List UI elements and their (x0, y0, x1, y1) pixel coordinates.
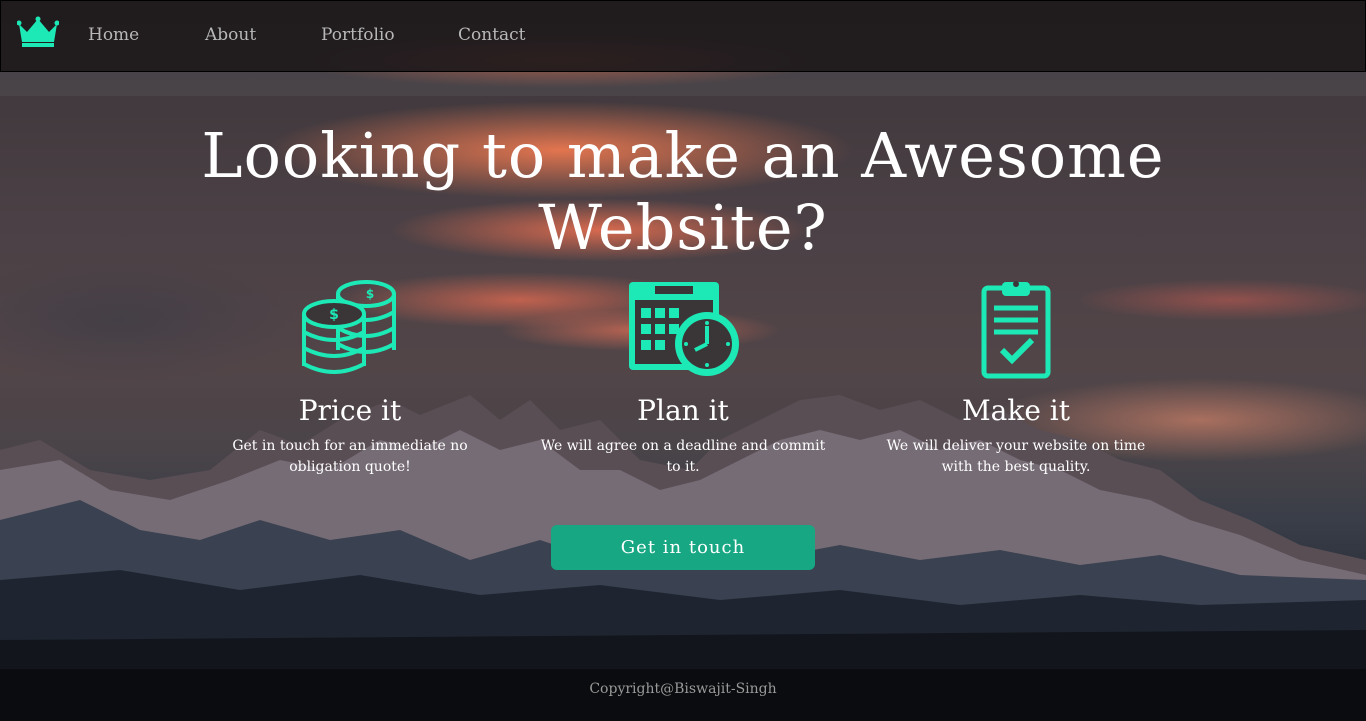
coins-icon: $ $ (302, 280, 396, 374)
nav-link-home[interactable]: Home (88, 25, 139, 45)
nav-link-contact[interactable]: Contact (458, 25, 526, 45)
feature-title: Price it (298, 394, 402, 427)
nav-link-about[interactable]: About (205, 25, 256, 45)
feature-description: Get in touch for an immediate no obligat… (200, 436, 500, 478)
hero-title-line2: Website? (538, 191, 828, 264)
feature-desc-line2: to it. (666, 459, 700, 475)
hero-title-line1: Looking to make an Awesome (201, 119, 1165, 192)
feature-plan: Plan it We will agree on a deadline and … (523, 278, 843, 478)
feature-title: Plan it (637, 394, 729, 427)
feature-price: $ $ Price it Get in touch for an immedia… (200, 278, 500, 478)
feature-desc-line1: We will agree on a deadline and commit (540, 438, 826, 454)
svg-text:$: $ (366, 287, 374, 301)
feature-make: Make it We will deliver your website on … (866, 278, 1166, 478)
get-in-touch-button[interactable]: Get in touch (551, 525, 815, 570)
feature-description: We will agree on a deadline and commit t… (523, 436, 843, 478)
top-navbar: Home About Portfolio Contact (0, 0, 1366, 72)
feature-desc-line2: obligation quote! (289, 459, 411, 475)
clipboard-check-icon (981, 281, 1051, 379)
feature-description: We will deliver your website on time wit… (866, 436, 1166, 478)
nav-link-portfolio[interactable]: Portfolio (321, 25, 395, 45)
feature-title: Make it (961, 394, 1070, 427)
feature-desc-line2: with the best quality. (941, 459, 1091, 475)
crown-icon[interactable] (17, 16, 59, 48)
feature-desc-line1: We will deliver your website on time (886, 438, 1146, 454)
hero-title: Looking to make an Awesome Website? (133, 120, 1233, 264)
svg-text:$: $ (329, 307, 339, 323)
feature-desc-line1: Get in touch for an immediate no (232, 438, 468, 454)
hero-section: Looking to make an Awesome Website? $ $ … (0, 0, 1366, 721)
calendar-clock-icon (629, 282, 739, 376)
